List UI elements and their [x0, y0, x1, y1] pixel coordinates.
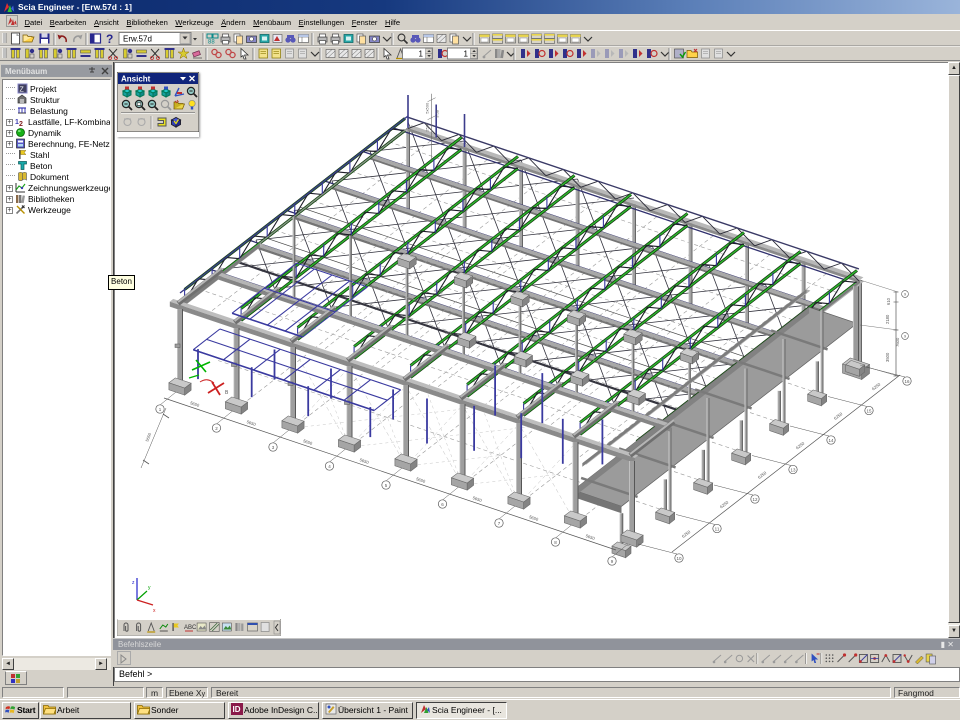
svg-text:x: x	[153, 608, 156, 614]
svg-text:Ansicht: Ansicht	[121, 75, 151, 84]
svg-text:ID: ID	[233, 705, 241, 714]
svg-text:6250: 6250	[833, 411, 844, 421]
svg-text:14: 14	[828, 438, 834, 443]
svg-text:6250: 6250	[871, 381, 882, 391]
svg-text:11: 11	[715, 526, 720, 531]
svg-text:7600: 7600	[895, 337, 900, 347]
svg-text:9.08: 9.08	[435, 109, 440, 118]
svg-text:1: 1	[464, 50, 469, 59]
svg-text:15: 15	[866, 408, 872, 413]
svg-text:B: B	[225, 390, 229, 396]
svg-text:16: 16	[904, 379, 910, 384]
svg-text:Z: Z	[20, 87, 25, 94]
svg-text:5x500: 5x500	[425, 102, 430, 114]
svg-text:9: 9	[904, 293, 906, 297]
svg-text:6250: 6250	[719, 499, 730, 509]
svg-text:?: ?	[106, 32, 113, 46]
svg-text:1: 1	[419, 50, 424, 59]
svg-text:2500: 2500	[425, 122, 430, 132]
svg-text:6250: 6250	[795, 440, 806, 450]
svg-text:6250: 6250	[757, 470, 768, 480]
svg-text:88: 88	[208, 40, 215, 46]
svg-text:y: y	[148, 585, 151, 591]
svg-text:10: 10	[676, 556, 682, 561]
svg-text:3500: 3500	[885, 352, 890, 362]
svg-text:5650: 5650	[144, 432, 152, 443]
svg-text:9: 9	[904, 335, 906, 339]
svg-text:12: 12	[752, 497, 758, 502]
svg-text:ABC: ABC	[184, 625, 197, 631]
svg-text:z: z	[132, 580, 135, 586]
svg-text:Erw.57d: Erw.57d	[123, 35, 152, 44]
svg-text:2180: 2180	[885, 314, 890, 324]
svg-text:6250: 6250	[681, 529, 692, 539]
svg-text:610: 610	[886, 297, 891, 305]
svg-text:13: 13	[790, 467, 796, 472]
